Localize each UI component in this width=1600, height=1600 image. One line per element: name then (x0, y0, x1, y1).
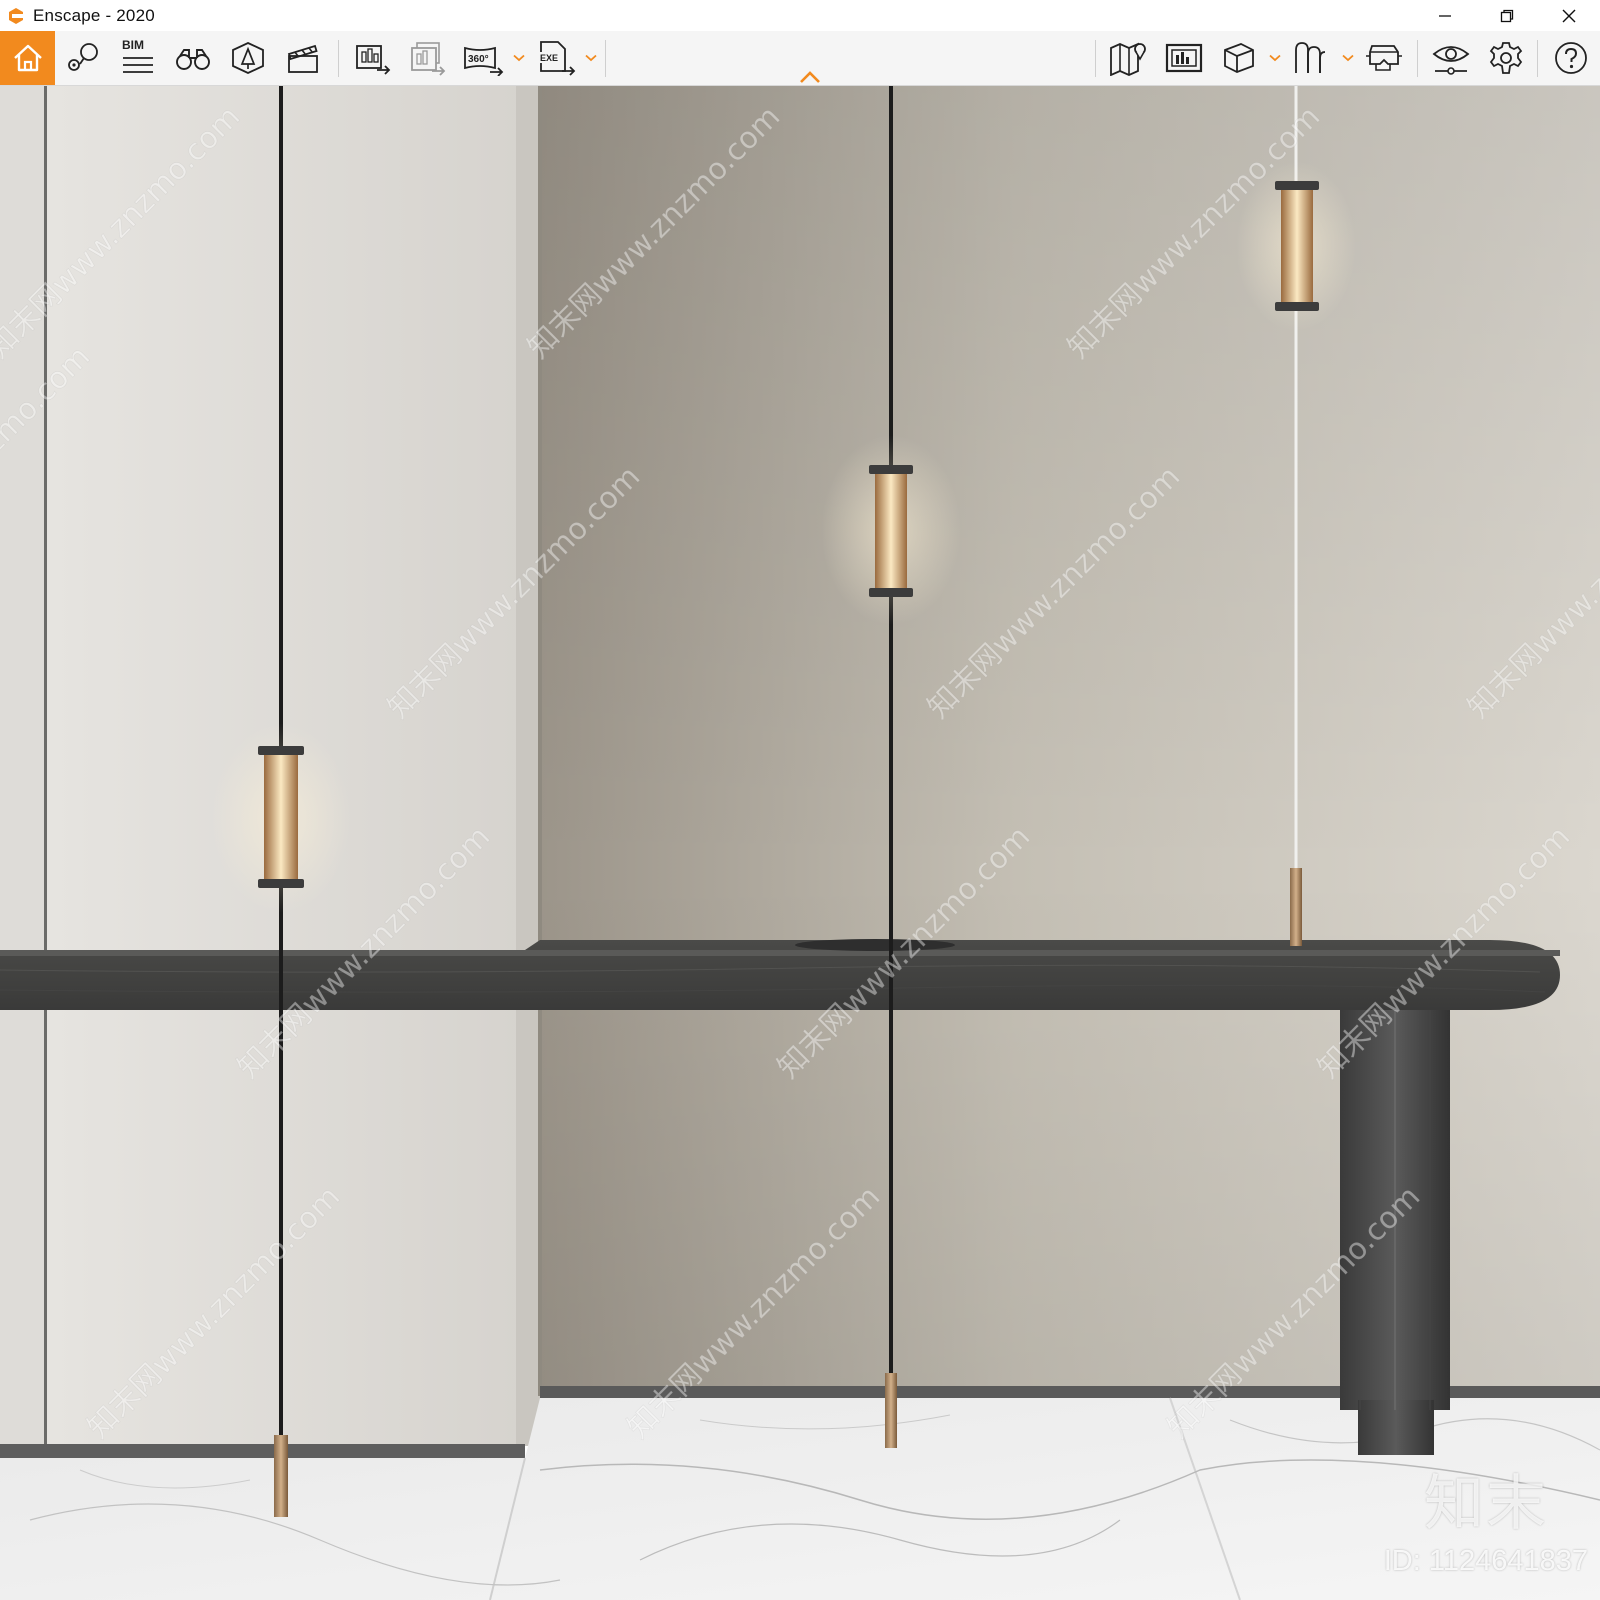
visual-settings-icon (1432, 46, 1470, 75)
ruler-icon (1295, 42, 1326, 73)
title-bar: Enscape - 2020 (0, 0, 1600, 31)
scene-render: 知末网www.znzmo.com 知末网www.znzmo.com 知末网www.z… (0, 86, 1600, 1600)
collapse-toolbar-button[interactable] (797, 67, 823, 87)
render-viewport[interactable]: 知末网www.znzmo.com 知末网www.znzmo.com 知末网www.z… (0, 86, 1600, 1600)
asset-library-icon (232, 42, 264, 74)
svg-text:EXE: EXE (540, 53, 558, 63)
views-icon (68, 43, 98, 71)
toolbar-separator (605, 40, 606, 77)
chevron-down-icon (513, 54, 525, 62)
minimize-button[interactable] (1414, 0, 1476, 31)
screenshot-button[interactable] (1158, 31, 1210, 85)
vr-headset-icon (1366, 45, 1402, 71)
batch-render-button[interactable] (402, 31, 454, 85)
close-button[interactable] (1538, 0, 1600, 31)
svg-text:360°: 360° (468, 54, 489, 65)
binoculars-button[interactable] (167, 31, 219, 85)
views-button[interactable] (57, 31, 109, 85)
exe-export-icon: EXE (539, 41, 576, 76)
home-icon (13, 44, 42, 72)
chevron-down-icon (1269, 54, 1281, 62)
screenshot-export-button[interactable] (347, 31, 399, 85)
watermark-id: ID: 1124641837 (1383, 1545, 1588, 1577)
ruler-button[interactable] (1285, 31, 1337, 85)
watermark-logo: 知末 (1424, 1469, 1548, 1539)
home-button[interactable] (0, 31, 55, 85)
close-icon (1562, 9, 1576, 22)
toolbar-separator (1095, 40, 1096, 77)
restore-button[interactable] (1476, 0, 1538, 31)
cube-dropdown[interactable] (1267, 31, 1283, 85)
bim-icon (123, 57, 153, 73)
video-editor-icon (287, 44, 318, 73)
bim-button[interactable]: BIM (112, 31, 164, 85)
vr-headset-button[interactable] (1359, 31, 1411, 85)
exe-export-dropdown[interactable] (583, 31, 599, 85)
panorama-360-button[interactable]: 360° (457, 31, 509, 85)
video-editor-button[interactable] (277, 31, 329, 85)
chevron-up-icon (800, 71, 820, 83)
map-icon (1110, 42, 1146, 76)
binoculars-icon (176, 49, 210, 70)
enscape-toolbar: BIM 360° EXE (0, 31, 1600, 86)
map-button[interactable] (1102, 31, 1154, 85)
enscape-logo-icon (9, 7, 23, 24)
panorama-dropdown[interactable] (511, 31, 527, 85)
minimize-icon (1439, 14, 1451, 17)
help-button[interactable] (1545, 31, 1597, 85)
toolbar-separator (338, 40, 339, 77)
cube-button[interactable] (1213, 31, 1265, 85)
toolbar-separator (1537, 40, 1538, 77)
exe-export-button[interactable]: EXE (530, 31, 582, 85)
settings-icon (1489, 42, 1523, 74)
settings-button[interactable] (1480, 31, 1532, 85)
asset-library-button[interactable] (222, 31, 274, 85)
window-title: Enscape - 2020 (33, 5, 155, 25)
screenshot-export-icon (356, 45, 391, 75)
chevron-down-icon (1342, 54, 1354, 62)
panorama-360-icon: 360° (464, 46, 504, 76)
cube-icon (1224, 43, 1254, 73)
toolbar-separator (1417, 40, 1418, 77)
ruler-dropdown[interactable] (1340, 31, 1356, 85)
chevron-down-icon (585, 54, 597, 62)
visual-settings-button[interactable] (1425, 31, 1477, 85)
bim-label: BIM (122, 38, 144, 52)
help-icon (1555, 42, 1587, 74)
restore-icon (1500, 9, 1514, 22)
batch-render-icon (411, 42, 446, 76)
screenshot-icon (1165, 43, 1203, 73)
